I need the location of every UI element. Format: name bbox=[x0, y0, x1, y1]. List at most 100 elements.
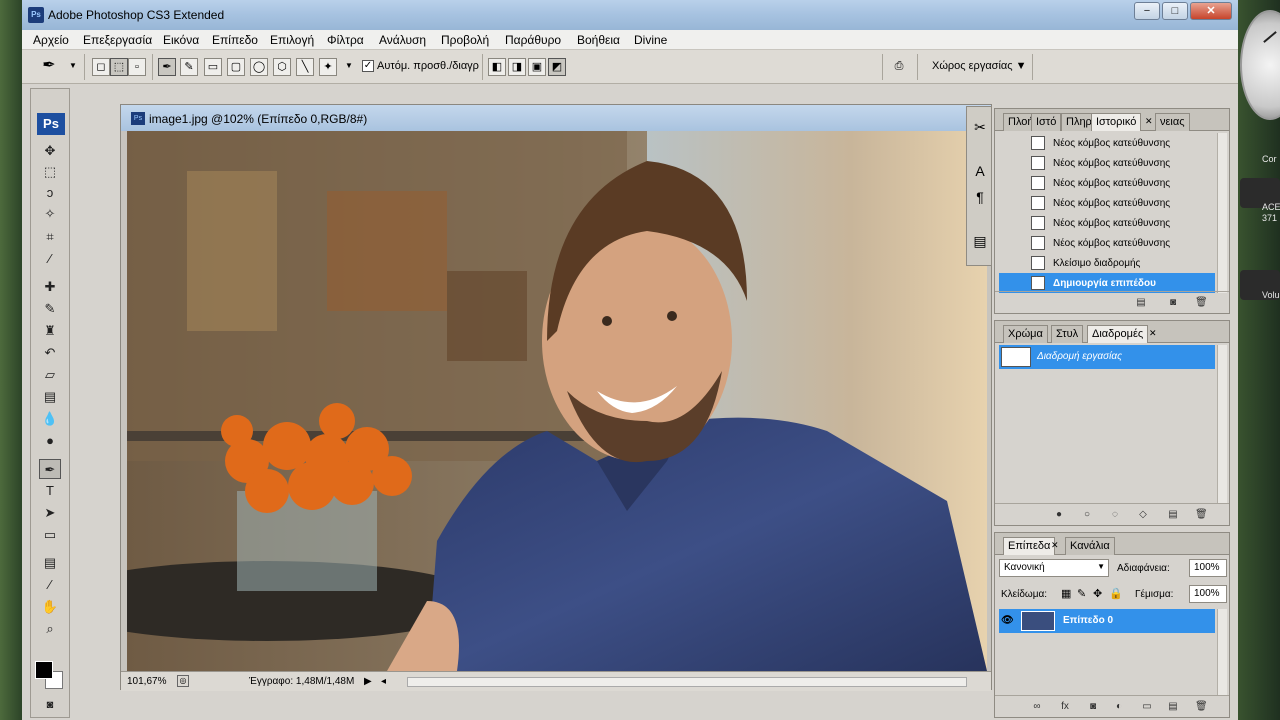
path-add-icon[interactable]: ◧ bbox=[488, 58, 506, 76]
custom-shape-icon[interactable]: ✦ bbox=[319, 58, 337, 76]
scroll-left-icon[interactable]: ◂ bbox=[381, 676, 386, 687]
close-tab-icon[interactable]: ✕ bbox=[1051, 540, 1059, 551]
path-exclude-icon[interactable]: ◩ bbox=[548, 58, 566, 76]
fill-input[interactable]: 100% bbox=[1189, 585, 1227, 603]
link-layers-icon[interactable]: ∞ bbox=[1031, 701, 1043, 713]
close-button[interactable]: ✕ bbox=[1190, 2, 1232, 20]
menu-filter[interactable]: Φίλτρα bbox=[327, 33, 364, 47]
blend-mode-select[interactable]: Κανονική ▼ bbox=[999, 559, 1109, 577]
dodge-tool-icon[interactable]: ● bbox=[39, 431, 61, 451]
tab-paths[interactable]: Διαδρομές bbox=[1087, 325, 1149, 343]
rounded-rectangle-icon[interactable]: ▢ bbox=[227, 58, 245, 76]
menu-help[interactable]: Βοήθεια bbox=[577, 33, 620, 47]
shape-tool-icon[interactable]: ▭ bbox=[39, 525, 61, 545]
tab-history[interactable]: Ιστορικό bbox=[1091, 113, 1142, 131]
freeform-pen-icon[interactable]: ✎ bbox=[180, 58, 198, 76]
paragraph-icon[interactable]: ¶ bbox=[970, 187, 990, 207]
paths-mode-icon[interactable]: ⬚ bbox=[110, 58, 128, 76]
brush-tool-icon[interactable]: ✎ bbox=[39, 299, 61, 319]
lasso-tool-icon[interactable]: ↄ bbox=[39, 183, 61, 203]
gradient-tool-icon[interactable]: ▤ bbox=[39, 387, 61, 407]
opacity-input[interactable]: 100% bbox=[1189, 559, 1227, 577]
snapshot-icon[interactable]: ◙ bbox=[1167, 297, 1179, 309]
menu-file[interactable]: Αρχείο bbox=[33, 33, 69, 47]
stroke-path-icon[interactable]: ○ bbox=[1081, 509, 1093, 521]
tab-color[interactable]: Χρώμα bbox=[1003, 325, 1048, 343]
history-item[interactable]: Νέος κόμβος κατεύθυνσης bbox=[999, 233, 1215, 253]
history-scrollbar[interactable] bbox=[1217, 133, 1227, 293]
quick-mask-icon[interactable]: ◙ bbox=[39, 695, 61, 715]
make-work-path-icon[interactable]: ◇ bbox=[1137, 509, 1149, 521]
menu-edit[interactable]: Επεξεργασία bbox=[83, 33, 152, 47]
path-selection-tool-icon[interactable]: ➤ bbox=[39, 503, 61, 523]
foreground-color-swatch[interactable] bbox=[35, 661, 53, 679]
trash-icon[interactable]: 🗑 bbox=[1195, 701, 1208, 713]
tab-layers[interactable]: Επίπεδα bbox=[1003, 537, 1056, 555]
trash-icon[interactable]: 🗑 bbox=[1195, 297, 1208, 309]
polygon-icon[interactable]: ⬡ bbox=[273, 58, 291, 76]
crop-tool-icon[interactable]: ⌗ bbox=[39, 227, 61, 247]
menu-image[interactable]: Εικόνα bbox=[163, 33, 199, 47]
fill-path-icon[interactable]: ● bbox=[1053, 509, 1065, 521]
layer-mask-icon[interactable]: ◙ bbox=[1087, 701, 1099, 713]
history-brush-tool-icon[interactable]: ↶ bbox=[39, 343, 61, 363]
layer-row-selected[interactable]: 👁 Επίπεδο 0 bbox=[999, 609, 1215, 633]
menu-analysis[interactable]: Ανάλυση bbox=[379, 33, 426, 47]
zoom-tool-icon[interactable]: ⌕ bbox=[39, 619, 61, 639]
close-tab-icon[interactable]: ✕ bbox=[1149, 328, 1157, 339]
photoshop-logo[interactable]: Ps bbox=[37, 113, 65, 135]
type-tool-icon[interactable]: T bbox=[39, 481, 61, 501]
eyedropper-tool-icon[interactable]: ⁄ bbox=[39, 575, 61, 595]
workspace-menu[interactable]: Χώρος εργασίας ▼ bbox=[932, 60, 1027, 72]
lock-position-icon[interactable]: ✥ bbox=[1093, 587, 1102, 600]
history-item[interactable]: Νέος κόμβος κατεύθυνσης bbox=[999, 193, 1215, 213]
history-item[interactable]: Κλείσιμο διαδρομής bbox=[999, 253, 1215, 273]
tools-preset-icon[interactable]: ✂ bbox=[970, 117, 990, 137]
eye-visibility-icon[interactable]: 👁 bbox=[1001, 615, 1014, 626]
marquee-tool-icon[interactable]: ⬚ bbox=[39, 162, 61, 182]
maximize-button[interactable]: □ bbox=[1162, 2, 1188, 20]
adjustment-layer-icon[interactable]: ◐ bbox=[1113, 701, 1125, 713]
load-as-selection-icon[interactable]: ◌ bbox=[1109, 509, 1121, 521]
clone-stamp-tool-icon[interactable]: ♜ bbox=[39, 321, 61, 341]
healing-brush-tool-icon[interactable]: ✚ bbox=[39, 277, 61, 297]
lock-image-icon[interactable]: ✎ bbox=[1077, 587, 1086, 600]
rectangle-icon[interactable]: ▭ bbox=[204, 58, 222, 76]
layer-comps-icon[interactable]: ▤ bbox=[970, 231, 990, 251]
path-intersect-icon[interactable]: ▣ bbox=[528, 58, 546, 76]
auto-add-delete-checkbox[interactable]: ✓ bbox=[362, 60, 374, 72]
slice-tool-icon[interactable]: ⁄ bbox=[39, 249, 61, 269]
move-tool-icon[interactable]: ✥ bbox=[39, 141, 61, 161]
hand-tool-icon[interactable]: ✋ bbox=[39, 597, 61, 617]
lock-all-icon[interactable]: 🔒 bbox=[1109, 587, 1123, 600]
menu-view[interactable]: Προβολή bbox=[441, 33, 489, 47]
lock-transparency-icon[interactable]: ▦ bbox=[1061, 587, 1071, 600]
layers-scrollbar[interactable] bbox=[1217, 609, 1227, 695]
fill-pixels-icon[interactable]: ▫ bbox=[128, 58, 146, 76]
new-document-from-state-icon[interactable]: ▤ bbox=[1135, 297, 1147, 309]
preset-dropdown-icon[interactable]: ▼ bbox=[64, 58, 82, 76]
status-icon[interactable]: ◎ bbox=[177, 675, 189, 687]
history-item[interactable]: Νέος κόμβος κατεύθυνσης bbox=[999, 153, 1215, 173]
menu-select[interactable]: Επιλογή bbox=[270, 33, 314, 47]
new-path-icon[interactable]: ▤ bbox=[1167, 509, 1179, 521]
shape-layers-icon[interactable]: ◻ bbox=[92, 58, 110, 76]
pen-icon[interactable]: ✒ bbox=[158, 58, 176, 76]
bridge-icon[interactable]: ⎙ bbox=[890, 58, 908, 76]
history-item[interactable]: Νέος κόμβος κατεύθυνσης bbox=[999, 133, 1215, 153]
tab-channels[interactable]: Κανάλια bbox=[1065, 537, 1115, 555]
history-item-selected[interactable]: Δημιουργία επιπέδου bbox=[999, 273, 1215, 293]
magic-wand-tool-icon[interactable]: ✧ bbox=[39, 204, 61, 224]
status-menu-arrow-icon[interactable]: ▶ bbox=[364, 676, 372, 687]
document-title-bar[interactable]: Ps image1.jpg @102% (Επίπεδο 0,RGB/8#) bbox=[121, 105, 991, 131]
history-item[interactable]: Νέος κόμβος κατεύθυνσης bbox=[999, 213, 1215, 233]
tab-styles[interactable]: Στυλ bbox=[1051, 325, 1084, 343]
trash-icon[interactable]: 🗑 bbox=[1195, 509, 1208, 521]
layer-style-icon[interactable]: fx bbox=[1059, 701, 1071, 713]
tab-histogram[interactable]: Ιστό bbox=[1031, 113, 1062, 131]
eraser-tool-icon[interactable]: ▱ bbox=[39, 365, 61, 385]
image-canvas[interactable] bbox=[127, 131, 987, 671]
character-icon[interactable]: A bbox=[970, 161, 990, 181]
close-tab-icon[interactable]: ✕ bbox=[1145, 116, 1153, 127]
blur-tool-icon[interactable]: 💧 bbox=[39, 409, 61, 429]
